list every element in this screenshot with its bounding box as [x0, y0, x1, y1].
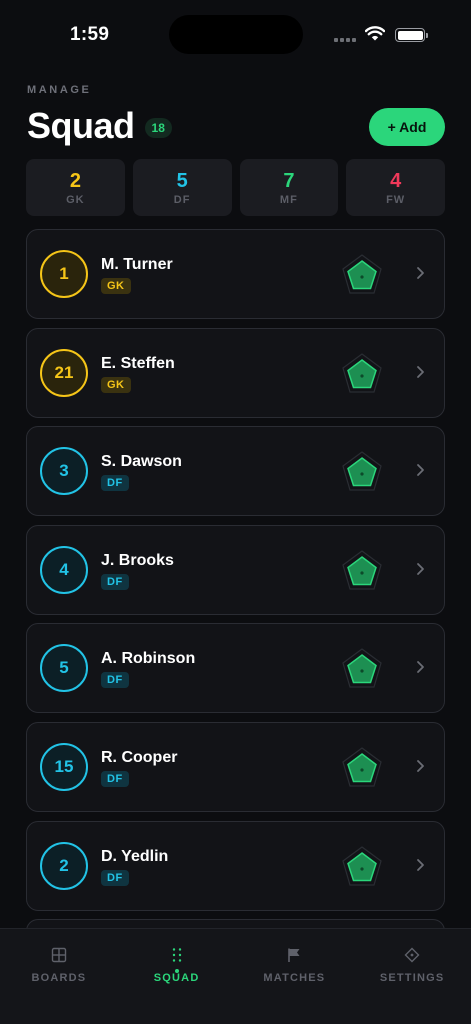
player-card[interactable]: 21 E. Steffen GK: [26, 327, 445, 418]
page-header: MANAGE Squad 18 + Add: [27, 84, 445, 147]
active-indicator-dot: [174, 969, 179, 973]
player-name: D. Yedlin: [101, 847, 169, 865]
player-card[interactable]: 5 A. Robinson DF: [26, 623, 445, 714]
dynamic-island: [169, 15, 303, 54]
player-card[interactable]: 15 R. Cooper DF: [26, 721, 445, 812]
player-name: M. Turner: [101, 256, 173, 273]
stat-label: DF: [173, 193, 191, 206]
position-badge: DF: [101, 475, 129, 492]
player-card[interactable]: 4 J. Brooks DF: [26, 524, 445, 615]
tab-matches[interactable]: MATCHES: [236, 929, 354, 1024]
attribute-radar-icon: [342, 550, 382, 590]
attribute-radar-icon: [342, 648, 382, 688]
signal-icon: [334, 38, 356, 42]
position-badge: GK: [101, 376, 131, 393]
chevron-right-icon: [417, 858, 424, 871]
stat-df[interactable]: 5 DF: [132, 159, 232, 216]
attribute-radar-icon: [342, 747, 382, 787]
diamond-icon: [404, 947, 420, 963]
position-stats: 2 GK 5 DF 7 MF 4 FW: [26, 159, 445, 216]
position-badge: DF: [101, 573, 129, 590]
stat-fw[interactable]: 4 FW: [346, 159, 445, 216]
chevron-right-icon: [417, 365, 424, 378]
status-bar: 1:59: [0, 0, 471, 70]
stat-label: FW: [386, 193, 406, 206]
position-badge: DF: [101, 770, 129, 787]
stat-gk[interactable]: 2 GK: [26, 159, 125, 216]
stat-value: 7: [283, 169, 295, 192]
squad-count-badge: 18: [144, 118, 172, 138]
jersey-number: 2: [40, 841, 88, 890]
jersey-number: 15: [40, 742, 88, 791]
stat-value: 2: [69, 169, 81, 192]
player-name: S. Dawson: [101, 453, 182, 471]
player-card[interactable]: 3 S. Dawson DF: [26, 426, 445, 517]
tab-squad[interactable]: SQUAD: [118, 929, 236, 1024]
stat-label: MF: [279, 193, 298, 206]
position-badge: GK: [101, 278, 131, 294]
dots-grid-icon: [172, 948, 181, 962]
tab-label: MATCHES: [263, 972, 326, 984]
chevron-right-icon: [417, 562, 424, 575]
tab-label: SQUAD: [153, 972, 200, 984]
attribute-radar-icon: [342, 352, 382, 393]
tab-label: SETTINGS: [379, 972, 445, 984]
chevron-right-icon: [417, 661, 424, 674]
stat-mf[interactable]: 7 MF: [239, 159, 339, 216]
position-badge: DF: [101, 869, 129, 886]
jersey-number: 4: [40, 545, 88, 594]
page-eyebrow: MANAGE: [27, 84, 92, 96]
status-time: 1:59: [70, 24, 110, 45]
jersey-number: 3: [40, 447, 88, 496]
tab-bar: BOARDS SQUAD MATCHES SETTINGS: [0, 928, 471, 1024]
player-name: R. Cooper: [101, 748, 178, 766]
wifi-icon: [365, 26, 385, 41]
flag-icon: [288, 948, 300, 962]
tab-label: BOARDS: [31, 972, 87, 984]
add-player-button[interactable]: + Add: [369, 108, 445, 146]
player-name: J. Brooks: [101, 551, 174, 569]
stat-value: 5: [176, 169, 188, 192]
chevron-right-icon: [417, 464, 424, 477]
player-name: E. Steffen: [101, 354, 175, 372]
player-name: A. Robinson: [101, 650, 196, 668]
player-card[interactable]: 2 D. Yedlin DF: [26, 820, 445, 911]
attribute-radar-icon: [342, 845, 382, 886]
attribute-radar-icon: [342, 254, 382, 294]
tab-boards[interactable]: BOARDS: [0, 929, 118, 1024]
jersey-number: 21: [40, 348, 88, 397]
attribute-radar-icon: [342, 451, 382, 491]
grid-icon: [51, 947, 67, 963]
battery-icon: [395, 28, 428, 42]
stat-value: 4: [390, 169, 402, 192]
player-list: 1 M. Turner GK 21 E. Steffen GK 3 S. Daw…: [26, 229, 445, 948]
tab-settings[interactable]: SETTINGS: [353, 929, 471, 1024]
position-badge: DF: [101, 672, 129, 689]
jersey-number: 1: [40, 250, 88, 298]
stat-label: GK: [66, 193, 85, 206]
chevron-right-icon: [417, 760, 424, 772]
player-card[interactable]: 1 M. Turner GK: [26, 229, 445, 319]
page-title: Squad: [27, 105, 135, 146]
chevron-right-icon: [417, 267, 424, 279]
jersey-number: 5: [40, 644, 88, 693]
